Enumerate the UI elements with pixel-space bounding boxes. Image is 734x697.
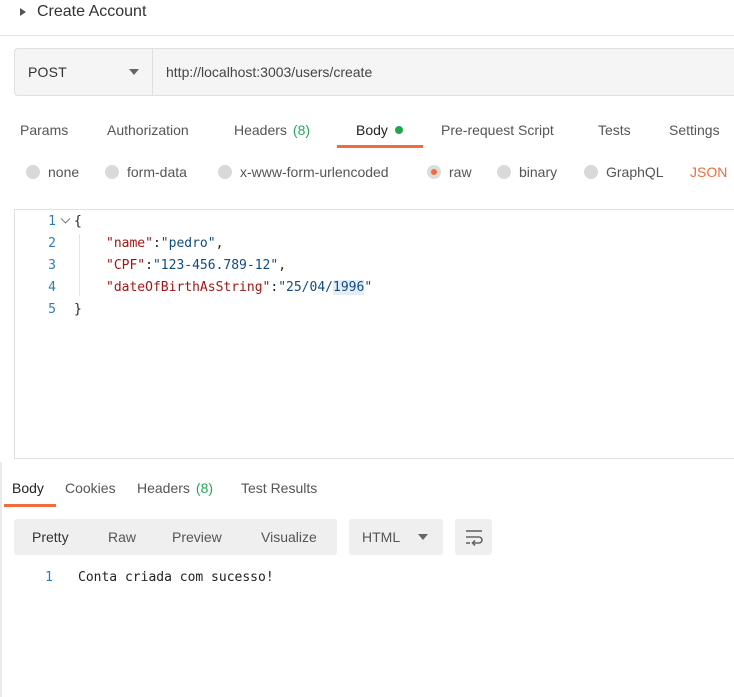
radio-button-checked[interactable] (427, 165, 441, 179)
radio-button[interactable] (26, 165, 40, 179)
wrap-lines-button[interactable] (455, 519, 492, 555)
json-value: " (364, 279, 373, 295)
tab-label: Headers (137, 480, 190, 496)
radio-button[interactable] (218, 165, 232, 179)
tab-label: Headers (234, 122, 287, 138)
status-dot-icon (394, 126, 403, 134)
view-visualize-button[interactable]: Visualize (261, 519, 317, 555)
tab-headers[interactable]: Headers (8) (234, 112, 310, 148)
code-line: 5 } (14, 298, 82, 320)
tab-label: Cookies (65, 480, 116, 496)
language-select[interactable]: JSON (690, 158, 727, 186)
request-tabs: Params Authorization Headers (8) Body Pr… (0, 112, 734, 148)
view-pretty-button[interactable]: Pretty (32, 519, 69, 555)
line-number: 2 (48, 235, 56, 251)
radio-raw[interactable]: raw (427, 158, 472, 186)
tab-response-body[interactable]: Body (12, 474, 44, 502)
line-number: 4 (48, 279, 56, 295)
radio-label: GraphQL (606, 164, 664, 180)
code-line: 3 "CPF":"123-456.789-12", (14, 254, 286, 276)
tab-authorization[interactable]: Authorization (107, 112, 189, 148)
line-number: 1 (48, 213, 56, 229)
headers-count-badge: (8) (195, 480, 214, 496)
radio-button[interactable] (497, 165, 511, 179)
tab-label: Settings (669, 122, 720, 138)
tab-params[interactable]: Params (20, 112, 68, 148)
request-title-row[interactable]: Create Account (20, 0, 146, 24)
tab-test-results[interactable]: Test Results (241, 474, 317, 502)
radio-label: x-www-form-urlencoded (240, 164, 389, 180)
code-text: { (74, 213, 82, 229)
url-input[interactable]: http://localhost:3003/users/create (153, 49, 734, 95)
selection-highlight: 1996 (333, 279, 365, 295)
punctuation: , (278, 257, 287, 273)
headers-count-badge: (8) (292, 122, 311, 138)
radio-label: none (48, 164, 80, 180)
request-title: Create Account (37, 3, 147, 20)
request-bar: POST http://localhost:3003/users/create (14, 48, 734, 96)
response-text: Conta criada com sucesso! (78, 569, 274, 585)
response-tabs: Body Cookies Headers (8) Test Results (0, 474, 734, 502)
line-number: 3 (48, 257, 56, 273)
tab-tests[interactable]: Tests (598, 112, 631, 148)
tab-pre-request-script[interactable]: Pre-request Script (441, 112, 554, 148)
code-text: "CPF":"123-456.789-12", (106, 257, 287, 273)
tab-settings[interactable]: Settings (669, 112, 720, 148)
tab-label: Params (20, 122, 69, 138)
chevron-down-icon (418, 534, 428, 540)
radio-x-www-form-urlencoded[interactable]: x-www-form-urlencoded (218, 158, 389, 186)
active-tab-indicator (337, 145, 423, 148)
radio-label: raw (449, 164, 472, 180)
code-text: } (74, 301, 82, 317)
tab-response-headers[interactable]: Headers (8) (137, 474, 213, 502)
line-number: 5 (48, 301, 56, 317)
json-value: "25/04/ (278, 279, 333, 295)
radio-button[interactable] (584, 165, 598, 179)
code-line: 1 { (14, 210, 82, 232)
code-text: "name":"pedro", (106, 235, 224, 251)
wrap-lines-icon (465, 530, 483, 546)
json-value: "123-456.789-12" (152, 257, 279, 273)
body-type-options: none form-data x-www-form-urlencoded raw… (0, 158, 734, 186)
code-line: 4 "dateOfBirthAsString":"25/04/1996" (14, 276, 372, 298)
view-preview-button[interactable]: Preview (172, 519, 222, 555)
tab-label: Pre-request Script (441, 122, 554, 138)
code-line: 2 "name":"pedro", (14, 232, 223, 254)
method-select[interactable]: POST (15, 49, 153, 95)
tab-label: Body (356, 122, 388, 138)
tab-body[interactable]: Body (356, 112, 403, 148)
punctuation: , (215, 235, 224, 251)
line-number: 1 (45, 569, 53, 585)
radio-button[interactable] (105, 165, 119, 179)
json-value: "pedro" (160, 235, 216, 251)
caret-right-icon[interactable] (20, 8, 26, 16)
response-line: 1 Conta criada com sucesso! (0, 567, 274, 587)
code-text: "dateOfBirthAsString":"25/04/1996" (106, 279, 373, 295)
radio-label: form-data (127, 164, 187, 180)
json-key: "CPF" (106, 257, 146, 273)
chevron-down-icon (129, 69, 139, 75)
fold-toggle[interactable] (56, 213, 74, 225)
tab-label: Body (12, 480, 44, 496)
radio-form-data[interactable]: form-data (105, 158, 187, 186)
radio-label: binary (519, 164, 558, 180)
radio-graphql[interactable]: GraphQL (584, 158, 664, 186)
tab-label: Test Results (241, 480, 318, 496)
radio-none[interactable]: none (26, 158, 79, 186)
divider (0, 35, 734, 36)
format-label: HTML (362, 529, 401, 545)
view-mode-group: Pretty Raw Preview Visualize (14, 519, 337, 555)
view-raw-button[interactable]: Raw (108, 519, 136, 555)
tab-label: Tests (598, 122, 631, 138)
json-key: "name" (106, 235, 153, 251)
json-key: "dateOfBirthAsString" (106, 279, 271, 295)
tab-label: Authorization (107, 122, 189, 138)
radio-binary[interactable]: binary (497, 158, 557, 186)
response-format-select[interactable]: HTML (349, 519, 443, 555)
chevron-down-icon (60, 213, 70, 224)
active-tab-indicator (4, 504, 56, 507)
tab-cookies[interactable]: Cookies (65, 474, 116, 502)
method-label: POST (28, 64, 67, 80)
